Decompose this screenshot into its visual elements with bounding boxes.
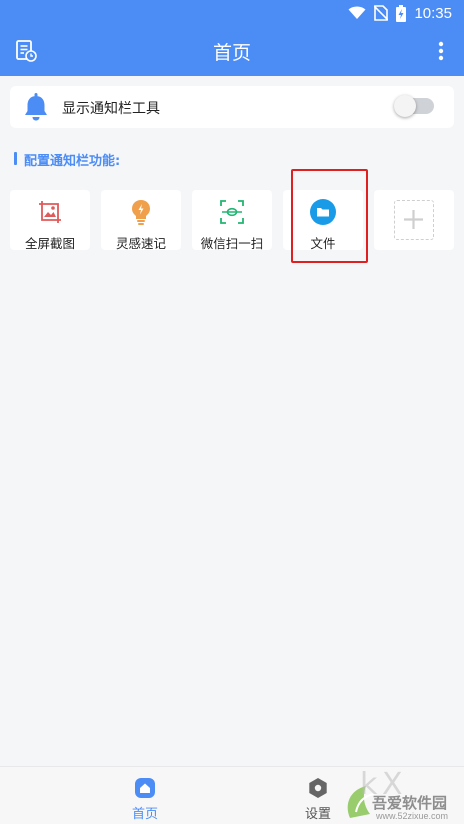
no-sim-icon xyxy=(374,5,389,21)
notification-toggle-card[interactable]: 显示通知栏工具 xyxy=(10,86,454,128)
watermark-text: 吾爱软件园 xyxy=(372,794,448,812)
lightbulb-icon xyxy=(132,200,150,225)
watermark-url: www.52zixue.com xyxy=(376,811,449,821)
tile-label: 微信扫一扫 xyxy=(200,236,264,251)
settings-icon xyxy=(309,778,327,798)
more-vertical-icon[interactable] xyxy=(432,40,450,62)
nav-item-home[interactable]: 首页 xyxy=(95,767,195,824)
add-placeholder-box xyxy=(394,200,434,240)
status-icons: 10:35 xyxy=(348,4,452,22)
highlight-annotation-box xyxy=(291,169,368,263)
status-time: 10:35 xyxy=(414,4,452,22)
add-icon xyxy=(404,210,423,229)
tile-fullscreen-screenshot[interactable]: 全屏截图 xyxy=(10,190,90,251)
tile-wechat-scan[interactable]: 微信扫一扫 xyxy=(192,190,272,251)
screenshot-icon xyxy=(39,201,61,223)
tool-tiles: 全屏截图 灵感速记 微信扫一扫 文件 xyxy=(0,190,464,252)
notification-toggle[interactable] xyxy=(394,95,434,117)
home-icon xyxy=(135,778,155,798)
tile-inspiration-note[interactable]: 灵感速记 xyxy=(101,190,181,251)
wifi-icon xyxy=(348,6,366,19)
battery-charging-icon xyxy=(396,4,407,22)
header: 10:35 首页 xyxy=(0,0,464,76)
app-bar: 首页 xyxy=(0,26,464,76)
bell-icon xyxy=(25,93,47,121)
status-bar: 10:35 xyxy=(0,0,464,26)
page-title: 首页 xyxy=(212,42,251,64)
toggle-knob xyxy=(394,95,416,117)
tile-label: 灵感速记 xyxy=(115,236,166,251)
tile-add[interactable] xyxy=(374,190,454,250)
notification-label: 显示通知栏工具 xyxy=(62,101,160,117)
scan-icon xyxy=(220,200,244,224)
section-accent-bar xyxy=(14,152,17,165)
nav-label-home: 首页 xyxy=(131,807,158,822)
section-title: 配置通知栏功能: xyxy=(24,154,121,169)
tile-label: 全屏截图 xyxy=(24,236,75,251)
